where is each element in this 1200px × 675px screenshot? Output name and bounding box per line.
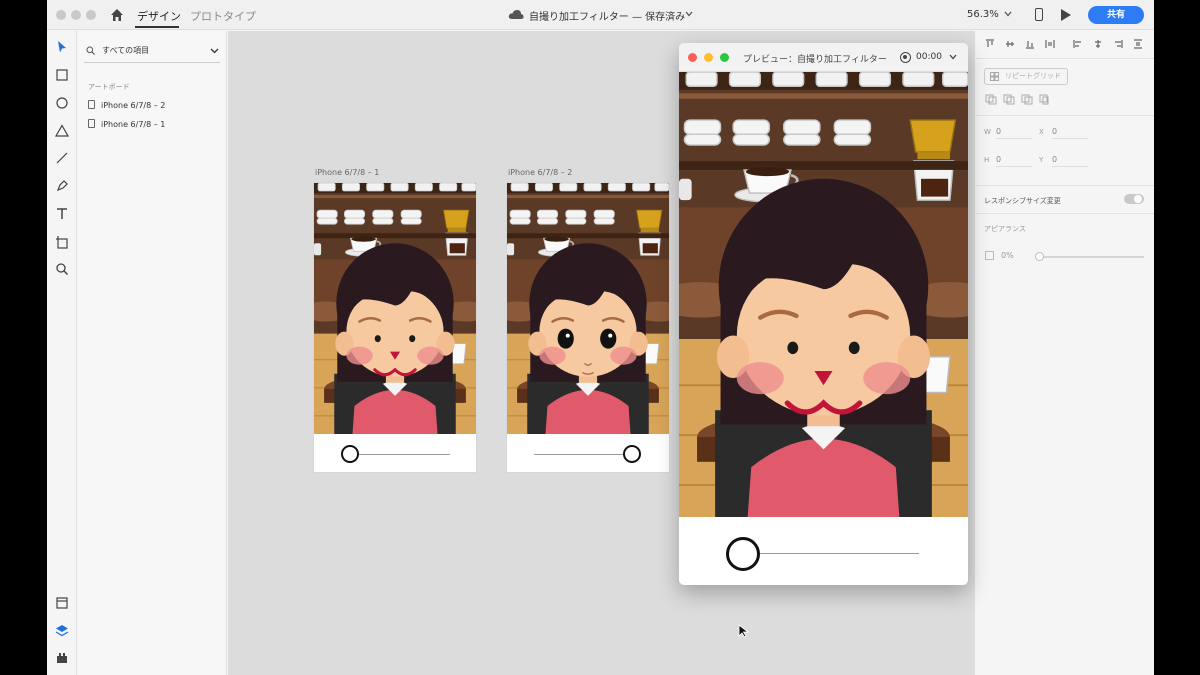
height-label: H — [984, 156, 990, 164]
artboard-doc-icon — [88, 119, 95, 128]
plugins-panel-icon[interactable] — [55, 651, 69, 665]
layer-item-artboard-1[interactable]: iPhone 6/7/8 – 1 — [88, 119, 165, 133]
tab-design[interactable]: デザイン — [137, 8, 181, 24]
divider — [976, 185, 1154, 186]
artboard-doc-icon — [88, 100, 95, 109]
divider — [976, 213, 1154, 214]
width-field[interactable]: 0 — [996, 127, 1032, 139]
mouse-cursor-icon — [738, 624, 750, 638]
opacity-slider-thumb[interactable] — [1035, 252, 1044, 261]
app-window: デザイン プロトタイプ 自撮り加工フィルター — 保存済み 56.3% 共有 す… — [47, 0, 1154, 675]
artboard-tool-icon[interactable] — [55, 235, 69, 249]
pen-tool-icon[interactable] — [55, 179, 69, 193]
window-zoom-button[interactable] — [86, 10, 96, 20]
filter-slider-track[interactable] — [358, 454, 450, 455]
preview-minimize-button[interactable] — [704, 53, 713, 62]
preview-filter-slider-track[interactable] — [757, 553, 919, 554]
x-field[interactable]: 0 — [1052, 127, 1088, 139]
layers-search[interactable]: すべての項目 — [84, 41, 220, 63]
align-left-icon[interactable] — [1073, 39, 1083, 49]
zoom-tool-icon[interactable] — [55, 262, 69, 276]
title-bar: デザイン プロトタイプ 自撮り加工フィルター — 保存済み 56.3% 共有 — [47, 0, 1154, 30]
layer-item-artboard-2[interactable]: iPhone 6/7/8 – 2 — [88, 100, 165, 114]
play-icon[interactable] — [1061, 9, 1071, 21]
rectangle-tool-icon[interactable] — [55, 68, 69, 82]
preview-title-bar: プレビュー：自撮り加工フィルター 00:00 — [679, 43, 968, 72]
align-top-icon[interactable] — [985, 39, 995, 49]
artboard-iphone-1[interactable] — [314, 183, 476, 472]
repeat-grid-label: リピートグリッド — [1005, 72, 1061, 80]
filter-chevron-icon[interactable] — [210, 48, 219, 54]
device-preview-icon[interactable] — [1035, 8, 1043, 21]
property-inspector: リピートグリッド W 0 X 0 H 0 Y 0 レスポンシブサイズ変更 アピア… — [976, 31, 1154, 675]
appearance-label: アピアランス — [984, 225, 1026, 233]
record-icon[interactable] — [900, 52, 911, 63]
zoom-level[interactable]: 56.3% — [967, 9, 999, 20]
x-label: X — [1039, 128, 1044, 136]
line-tool-icon[interactable] — [55, 151, 69, 165]
tool-bar — [47, 31, 77, 675]
distribute-horizontal-icon[interactable] — [1133, 39, 1143, 49]
responsive-resize-toggle[interactable] — [1124, 194, 1144, 204]
assets-panel-icon[interactable] — [55, 596, 69, 610]
artboard-label[interactable]: iPhone 6/7/8 – 1 — [315, 168, 379, 177]
zoom-chevron-icon[interactable] — [1004, 11, 1012, 17]
boolean-ops-icons[interactable] — [985, 93, 1049, 105]
tab-prototype[interactable]: プロトタイプ — [190, 8, 256, 24]
align-bottom-icon[interactable] — [1025, 39, 1035, 49]
layer-item-label: iPhone 6/7/8 – 2 — [101, 101, 166, 110]
polygon-tool-icon[interactable] — [55, 124, 69, 138]
preview-selfie-illustration — [679, 72, 968, 517]
width-label: W — [984, 128, 991, 136]
window-minimize-button[interactable] — [71, 10, 81, 20]
artboard-iphone-2[interactable] — [507, 183, 669, 472]
window-close-button[interactable] — [56, 10, 66, 20]
text-tool-icon[interactable] — [55, 207, 69, 221]
share-button[interactable]: 共有 — [1088, 6, 1144, 24]
cloud-icon — [508, 10, 524, 19]
opacity-field[interactable]: 0% — [1001, 251, 1014, 260]
distribute-vertical-icon[interactable] — [1045, 39, 1055, 49]
search-icon — [86, 46, 95, 55]
y-label: Y — [1039, 156, 1044, 164]
preview-window[interactable]: プレビュー：自撮り加工フィルター 00:00 — [679, 43, 968, 585]
artboard-label[interactable]: iPhone 6/7/8 – 2 — [508, 168, 572, 177]
preview-filter-slider-knob[interactable] — [726, 537, 760, 571]
responsive-resize-label: レスポンシブサイズ変更 — [984, 197, 1061, 205]
filter-slider-knob[interactable] — [341, 445, 359, 463]
preview-zoom-button[interactable] — [720, 53, 729, 62]
selfie-illustration — [507, 183, 669, 434]
layer-item-label: iPhone 6/7/8 – 1 — [101, 120, 166, 129]
select-tool-icon[interactable] — [55, 40, 69, 54]
preview-close-button[interactable] — [688, 53, 697, 62]
align-right-icon[interactable] — [1113, 39, 1123, 49]
record-chevron-icon[interactable] — [949, 54, 957, 60]
align-center-icon[interactable] — [1093, 39, 1103, 49]
opacity-slider-track[interactable] — [1038, 256, 1144, 258]
search-input[interactable]: すべての項目 — [102, 45, 149, 56]
filter-slider-knob[interactable] — [623, 445, 641, 463]
chevron-down-icon[interactable] — [685, 11, 693, 17]
filter-slider-track[interactable] — [534, 454, 626, 455]
opacity-icon — [985, 251, 994, 260]
repeat-grid-button[interactable]: リピートグリッド — [984, 68, 1068, 85]
artboard-section-label: アートボード — [88, 83, 130, 91]
layers-panel-icon[interactable] — [55, 624, 69, 638]
document-title[interactable]: 自撮り加工フィルター — 保存済み — [529, 8, 685, 23]
selfie-illustration — [314, 183, 476, 434]
divider — [976, 58, 1154, 59]
divider — [976, 115, 1154, 116]
tab-active-indicator — [135, 26, 179, 28]
y-field[interactable]: 0 — [1052, 155, 1088, 167]
home-icon[interactable] — [109, 7, 125, 23]
repeat-grid-icon — [990, 72, 999, 81]
align-middle-icon[interactable] — [1005, 39, 1015, 49]
layers-panel: すべての項目 アートボード iPhone 6/7/8 – 2 iPhone 6/… — [78, 31, 227, 675]
ellipse-tool-icon[interactable] — [55, 96, 69, 110]
record-time: 00:00 — [916, 52, 942, 62]
preview-title: プレビュー：自撮り加工フィルター — [743, 55, 887, 65]
height-field[interactable]: 0 — [996, 155, 1032, 167]
